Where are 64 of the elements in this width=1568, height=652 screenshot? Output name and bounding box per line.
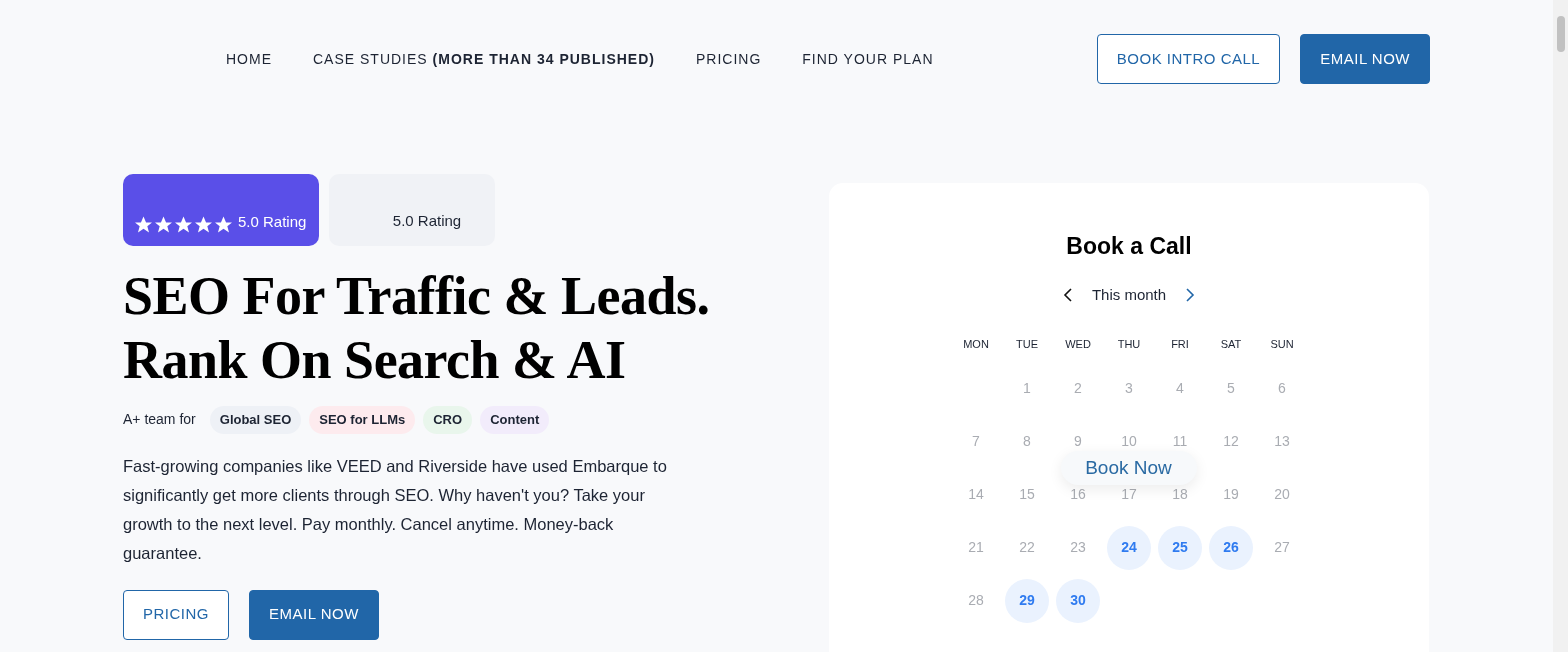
month-label: This month: [1091, 284, 1167, 305]
calendar-day[interactable]: 19: [1223, 484, 1239, 505]
calendar-day[interactable]: 24: [1107, 525, 1151, 570]
star-icon: [175, 216, 192, 233]
star-icon: [215, 216, 232, 233]
service-tag: SEO for LLMs: [309, 406, 416, 434]
calendar-day[interactable]: 21: [968, 537, 984, 558]
email-button[interactable]: EMAIL NOW: [1300, 34, 1430, 84]
star-icon: [135, 216, 152, 233]
nav-link[interactable]: HOME: [226, 48, 272, 70]
headline: Rank On Search & AI: [123, 329, 626, 392]
headline: SEO For Traffic & Leads.: [123, 265, 710, 328]
calendar-day[interactable]: 30: [1056, 578, 1100, 623]
calendar-day[interactable]: 25: [1158, 525, 1202, 570]
calendar-day[interactable]: 7: [972, 431, 980, 452]
calendar-day[interactable]: 18: [1172, 484, 1188, 505]
calendar-day[interactable]: 6: [1278, 378, 1286, 399]
calendar-day[interactable]: 3: [1125, 378, 1133, 399]
rating-text: 5.0 Rating: [392, 210, 462, 231]
weekday-label: SAT: [1219, 337, 1243, 352]
calendar-day[interactable]: 17: [1121, 484, 1137, 505]
outline-button[interactable]: BOOK INTRO CALL: [1096, 34, 1281, 84]
email-button[interactable]: EMAIL NOW: [249, 589, 379, 640]
service-tag: Content: [480, 406, 550, 434]
nav-link[interactable]: PRICING: [695, 48, 762, 70]
calendar-day[interactable]: 11: [1172, 431, 1188, 452]
calendar-day[interactable]: 4: [1176, 378, 1184, 399]
nav-link[interactable]: FIND YOUR PLAN: [802, 48, 934, 70]
calendar-day[interactable]: 23: [1070, 537, 1086, 558]
weekday-label: FRI: [1170, 337, 1190, 352]
star-icon: [155, 216, 172, 233]
calendar-day[interactable]: 27: [1274, 537, 1290, 558]
calendar-day[interactable]: 2: [1074, 378, 1082, 399]
calendar-day[interactable]: 8: [1023, 431, 1031, 452]
calendar-day[interactable]: 28: [968, 590, 984, 611]
team-label: A+ team for: [123, 410, 196, 430]
weekday-label: TUE: [1015, 337, 1039, 352]
service-tag: CRO: [423, 406, 473, 434]
weekday-label: SUN: [1269, 337, 1295, 352]
weekday-label: WED: [1064, 337, 1092, 352]
calendar-day[interactable]: 14: [968, 484, 984, 505]
calendar-day[interactable]: 16: [1070, 484, 1086, 505]
calendar-day[interactable]: 29: [1005, 578, 1049, 623]
calendar-day[interactable]: 20: [1274, 484, 1290, 505]
scrollbar[interactable]: [1553, 0, 1568, 652]
calendar-day[interactable]: 9: [1074, 431, 1082, 452]
calendar-day[interactable]: 1: [1023, 378, 1031, 399]
outline-button[interactable]: PRICING: [123, 589, 229, 640]
card-title: Book a Call: [1066, 232, 1192, 261]
calendar-day[interactable]: 22: [1019, 537, 1035, 558]
calendar-day[interactable]: 13: [1274, 431, 1290, 452]
rating-text: 5.0 Rating: [238, 211, 307, 232]
star-icon: [195, 216, 212, 233]
weekday-label: THU: [1116, 337, 1142, 352]
nav-link[interactable]: CASE STUDIES (MORE THAN 34 PUBLISHED): [313, 48, 655, 70]
service-tag: Global SEO: [209, 406, 302, 434]
description: Fast-growing companies like VEED and Riverside have used Embarque to significantly get more clients through SEO. Why haven't you? Take your growth to the next level. Pay monthly. Cancel anytime. Money-back guarantee.: [123, 455, 668, 564]
calendar-day[interactable]: 10: [1121, 431, 1137, 452]
calendar-day[interactable]: 12: [1223, 431, 1239, 452]
calendar-day[interactable]: 15: [1019, 484, 1035, 505]
book-now-button[interactable]: Book Now: [1060, 451, 1197, 485]
weekday-label: MON: [962, 337, 990, 352]
calendar-day[interactable]: 26: [1209, 525, 1253, 570]
calendar-day[interactable]: 5: [1227, 378, 1235, 399]
